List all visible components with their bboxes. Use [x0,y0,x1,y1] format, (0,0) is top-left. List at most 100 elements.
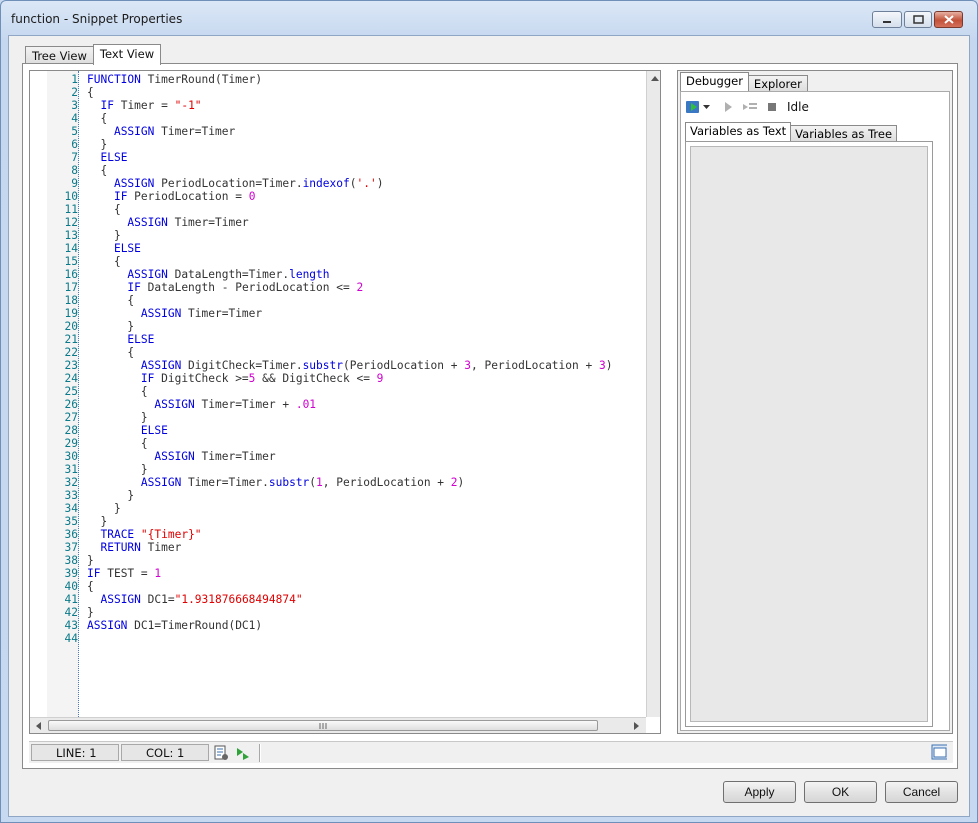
vertical-scrollbar[interactable] [646,71,660,717]
code-line[interactable]: 25 { [30,385,646,398]
code-text-area[interactable]: 1 FUNCTION TimerRound(Timer) 2{3 IF Timer … [30,71,646,717]
code-line[interactable]: 28 ELSE [30,424,646,437]
scroll-arrow-icon[interactable] [634,722,640,730]
code-line[interactable]: 11 { [30,203,646,216]
script-icon[interactable] [213,745,229,761]
code-line[interactable]: 13 } [30,229,646,242]
code-line[interactable]: 15 { [30,255,646,268]
code-line[interactable]: 24 IF DigitCheck >=5 && DigitCheck <= 9 [30,372,646,385]
code-line[interactable]: 42} [30,606,646,619]
code-line[interactable]: 37 RETURN Timer [30,541,646,554]
line-number: 3 [71,99,78,112]
code-text: } [87,515,108,528]
text-view-panel: 1 FUNCTION TimerRound(Timer) 2{3 IF Timer … [22,63,958,769]
code-line[interactable]: 34 } [30,502,646,515]
dropdown-arrow-icon[interactable] [703,104,711,110]
ok-button[interactable]: OK [804,781,877,803]
code-text: ASSIGN Timer=Timer.substr(1, PeriodLocat… [140,476,465,489]
variables-text-area[interactable] [690,146,928,722]
close-button[interactable] [934,11,963,28]
code-text: { [87,346,135,359]
tab-debugger[interactable]: Debugger [680,72,749,92]
code-line[interactable]: 26 ASSIGN Timer=Timer + .01 [30,398,646,411]
code-line[interactable]: 35 } [30,515,646,528]
panel-toggle-icon[interactable] [931,744,947,760]
line-number: 31 [64,463,78,476]
code-line[interactable]: 7 ELSE [30,151,646,164]
code-line[interactable]: 21 ELSE [30,333,646,346]
line-number: 42 [64,606,78,619]
line-number: 22 [64,346,78,359]
code-line[interactable]: 16 ASSIGN DataLength=Timer.length [30,268,646,281]
code-line[interactable]: 1 FUNCTION TimerRound(Timer) [30,73,646,86]
code-line[interactable]: 10 IF PeriodLocation = 0 [30,190,646,203]
code-text: } [87,489,135,502]
tab-text-view[interactable]: Text View [92,44,162,65]
line-number: 7 [71,151,78,164]
code-line[interactable]: 12 ASSIGN Timer=Timer [30,216,646,229]
code-editor[interactable]: 1 FUNCTION TimerRound(Timer) 2{3 IF Timer … [29,70,661,734]
code-line[interactable]: 38} [30,554,646,567]
code-text: ASSIGN Timer=Timer + .01 [154,398,317,411]
code-line[interactable]: 8 { [30,164,646,177]
code-line[interactable]: 43 ASSIGN DC1=TimerRound(DC1) [30,619,646,632]
code-line[interactable]: 6 } [30,138,646,151]
code-line[interactable]: 9 ASSIGN PeriodLocation=Timer.indexof('.… [30,177,646,190]
tab-variables-as-text[interactable]: Variables as Text [685,122,792,142]
run-debug-button[interactable] [685,99,703,115]
line-number: 13 [64,229,78,242]
code-line[interactable]: 2{ [30,86,646,99]
code-line[interactable]: 29 { [30,437,646,450]
code-line[interactable]: 14 ELSE [30,242,646,255]
tab-explorer[interactable]: Explorer [747,75,808,92]
code-line[interactable]: 23 ASSIGN DigitCheck=Timer.substr(Period… [30,359,646,372]
code-line[interactable]: 32 ASSIGN Timer=Timer.substr(1, PeriodLo… [30,476,646,489]
horizontal-scrollbar[interactable] [30,717,646,733]
code-line[interactable]: 22 { [30,346,646,359]
code-line[interactable]: 44 [30,632,646,645]
code-line[interactable]: 18 { [30,294,646,307]
code-text: ELSE [140,424,168,437]
code-line[interactable]: 39 IF TEST = 1 [30,567,646,580]
code-line[interactable]: 27 } [30,411,646,424]
code-line[interactable]: 41 ASSIGN DC1="1.931876668494874" [30,593,646,606]
code-text: IF Timer = "-1" [100,99,202,112]
code-line[interactable]: 19 ASSIGN Timer=Timer [30,307,646,320]
code-line[interactable]: 20 } [30,320,646,333]
code-text: ASSIGN Timer=Timer [140,307,263,320]
code-line[interactable]: 33 } [30,489,646,502]
minimize-button[interactable] [872,11,902,28]
code-text: } [87,138,108,151]
step-into-icon [743,103,757,110]
tab-variables-as-tree[interactable]: Variables as Tree [790,125,898,142]
maximize-button[interactable] [904,11,932,28]
code-text: } [87,502,121,515]
code-line[interactable]: 4 { [30,112,646,125]
debugger-status: Idle [787,100,809,114]
step-button[interactable] [719,99,737,115]
step-into-button[interactable] [741,99,759,115]
code-line[interactable]: 3 IF Timer = "-1" [30,99,646,112]
line-number: 14 [64,242,78,255]
line-number: 21 [64,333,78,346]
code-line[interactable]: 17 IF DataLength - PeriodLocation <= 2 [30,281,646,294]
cancel-button[interactable]: Cancel [885,781,958,803]
line-number: 4 [71,112,78,125]
stop-button[interactable] [763,99,781,115]
code-line[interactable]: 40 { [30,580,646,593]
line-number: 41 [64,593,78,606]
code-line[interactable]: 5 ASSIGN Timer=Timer [30,125,646,138]
maximize-icon [912,15,924,24]
title-bar[interactable]: function - Snippet Properties [1,1,977,35]
code-text: } [87,411,148,424]
apply-button[interactable]: Apply [723,781,796,803]
line-number: 30 [64,450,78,463]
horizontal-scroll-thumb[interactable] [48,720,598,731]
run-script-icon[interactable] [235,745,251,761]
scroll-arrow-icon[interactable] [35,722,41,730]
window-title: function - Snippet Properties [11,12,183,26]
code-line[interactable]: 31 } [30,463,646,476]
code-line[interactable]: 36 TRACE "{Timer}" [30,528,646,541]
code-line[interactable]: 30 ASSIGN Timer=Timer [30,450,646,463]
scroll-arrow-icon[interactable] [651,75,659,81]
